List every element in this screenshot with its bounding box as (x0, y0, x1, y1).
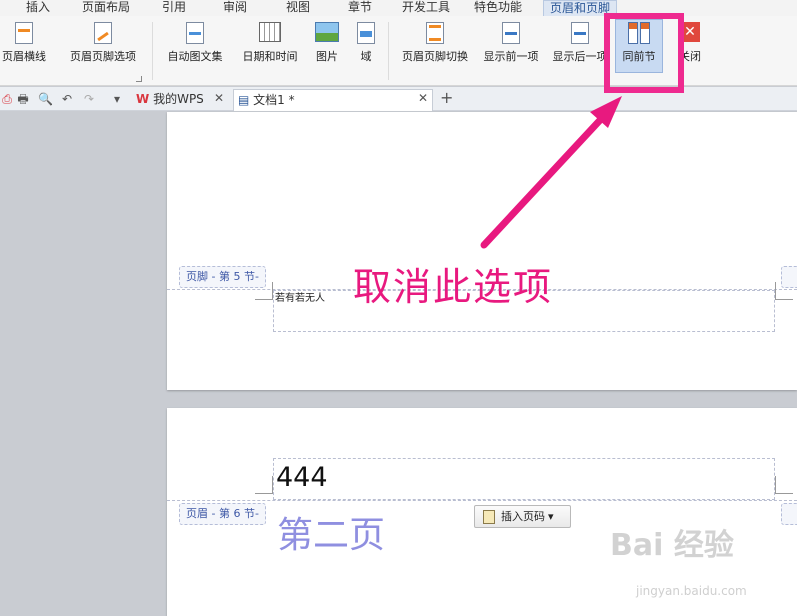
baidu-watermark-url: jingyan.baidu.com (636, 584, 747, 598)
annotation-label: 取消此选项 (353, 265, 554, 309)
baidu-watermark: Bai 经验 (610, 528, 734, 563)
